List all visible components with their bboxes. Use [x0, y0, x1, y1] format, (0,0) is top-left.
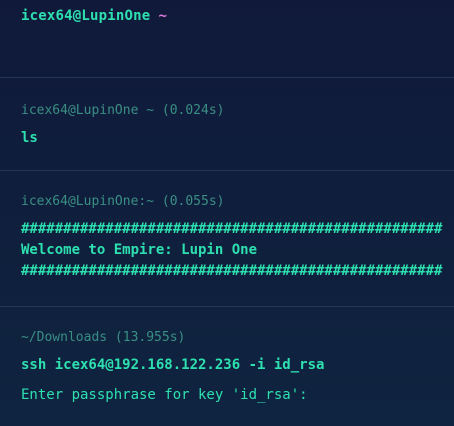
- block-divider: [0, 77, 454, 78]
- block-header: icex64@LupinOne ~ (0.024s): [21, 103, 225, 118]
- block-divider: [0, 170, 454, 171]
- block-divider: [0, 306, 454, 307]
- terminal-prompt: icex64@LupinOne ~: [21, 8, 167, 24]
- command-block-ls[interactable]: icex64@LupinOne ~ (0.024s) ls: [21, 103, 451, 146]
- output-line: ########################################…: [21, 263, 443, 279]
- terminal-window[interactable]: icex64@LupinOne ~ icex64@LupinOne ~ (0.02…: [0, 0, 454, 426]
- block-header: ~/Downloads (13.955s): [21, 330, 186, 345]
- block-command: ls: [21, 130, 38, 146]
- block-output: Enter passphrase for key 'id_rsa':: [21, 385, 451, 406]
- command-block-banner[interactable]: icex64@LupinOne:~ (0.055s) #############…: [21, 194, 451, 282]
- command-block-ssh[interactable]: ~/Downloads (13.955s) ssh icex64@192.168…: [21, 330, 451, 406]
- output-line: ########################################…: [21, 221, 443, 237]
- prompt-path: ~: [158, 8, 168, 24]
- block-command: ssh icex64@192.168.122.236 -i id_rsa: [21, 357, 325, 373]
- output-line: Welcome to Empire: Lupin One: [21, 242, 258, 258]
- block-output: ########################################…: [21, 219, 451, 282]
- block-header: icex64@LupinOne:~ (0.055s): [21, 194, 225, 209]
- prompt-user-host: icex64@LupinOne: [21, 8, 151, 24]
- passphrase-prompt: Enter passphrase for key 'id_rsa':: [21, 387, 308, 403]
